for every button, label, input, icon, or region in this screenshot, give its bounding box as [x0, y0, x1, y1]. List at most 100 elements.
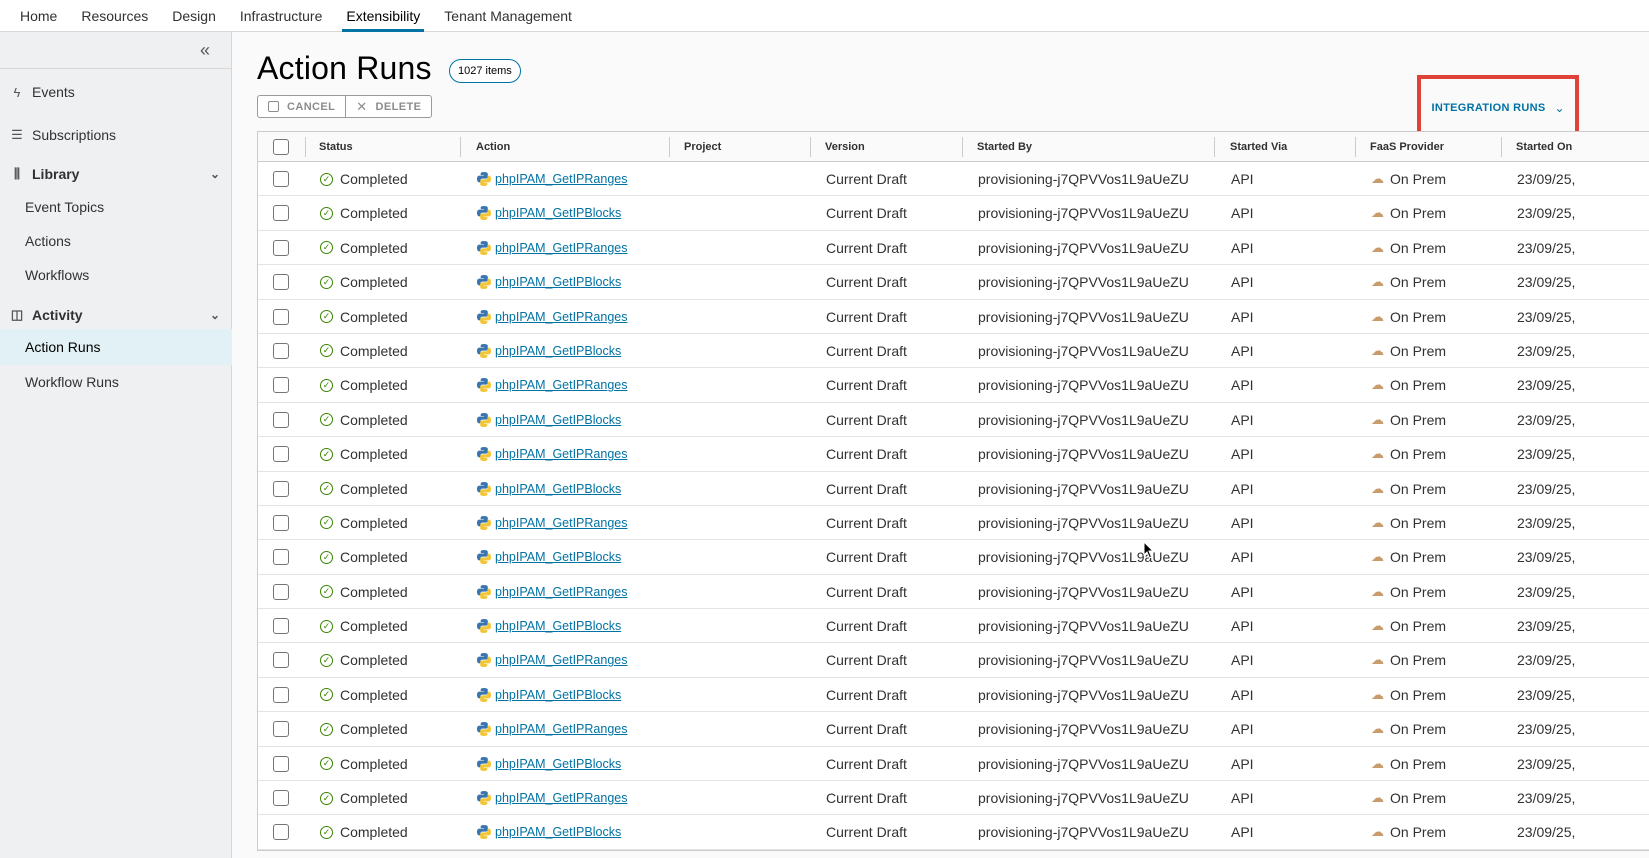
table-row[interactable]: ✓ Completed phpIPAM_GetIPRanges Current Dra…	[258, 368, 1649, 403]
faas-provider-text: On Prem	[1390, 480, 1447, 497]
sidebar-item-events[interactable]: ϟ Events	[0, 74, 232, 110]
nav-tab-resources[interactable]: Resources	[69, 0, 160, 31]
row-checkbox[interactable]	[273, 514, 289, 531]
sidebar-item-subscriptions[interactable]: ☰ Subscriptions	[0, 117, 232, 153]
row-checkbox[interactable]	[273, 205, 289, 222]
table-row[interactable]: ✓ Completed phpIPAM_GetIPBlocks Current Dra…	[258, 815, 1649, 850]
cloud-icon: ☁	[1371, 652, 1384, 668]
table-row[interactable]: ✓ Completed phpIPAM_GetIPRanges Current Dra…	[258, 506, 1649, 541]
row-checkbox[interactable]	[273, 824, 289, 841]
select-all-checkbox[interactable]	[273, 139, 289, 155]
row-checkbox[interactable]	[273, 308, 289, 325]
table-row[interactable]: ✓ Completed phpIPAM_GetIPBlocks Current Dra…	[258, 747, 1649, 782]
row-checkbox[interactable]	[273, 721, 289, 738]
table-row[interactable]: ✓ Completed phpIPAM_GetIPRanges Current Dra…	[258, 643, 1649, 678]
column-header-project[interactable]: Project	[684, 132, 721, 162]
sidebar-item-workflows[interactable]: Workflows	[0, 257, 232, 293]
nav-tab-infrastructure[interactable]: Infrastructure	[228, 0, 334, 31]
table-row[interactable]: ✓ Completed phpIPAM_GetIPBlocks Current Dra…	[258, 472, 1649, 506]
row-checkbox[interactable]	[273, 446, 289, 463]
action-link[interactable]: phpIPAM_GetIPBlocks	[495, 413, 621, 427]
action-link[interactable]: phpIPAM_GetIPBlocks	[495, 550, 621, 564]
action-link[interactable]: phpIPAM_GetIPBlocks	[495, 206, 621, 220]
action-link[interactable]: phpIPAM_GetIPBlocks	[495, 619, 621, 633]
table-row[interactable]: ✓ Completed phpIPAM_GetIPBlocks Current Dra…	[258, 334, 1649, 369]
row-checkbox[interactable]	[273, 755, 289, 772]
sidebar-item-action-runs[interactable]: Action Runs	[0, 329, 232, 365]
action-link[interactable]: phpIPAM_GetIPRanges	[495, 722, 627, 736]
row-checkbox[interactable]	[273, 239, 289, 256]
action-link[interactable]: phpIPAM_GetIPRanges	[495, 516, 627, 530]
row-checkbox[interactable]	[273, 583, 289, 600]
table-row[interactable]: ✓ Completed phpIPAM_GetIPRanges Current Dra…	[258, 781, 1649, 816]
sidebar-item-workflow-runs[interactable]: Workflow Runs	[0, 364, 232, 400]
action-link[interactable]: phpIPAM_GetIPRanges	[495, 585, 627, 599]
sidebar-group-activity[interactable]: ◫ Activity ⌄	[0, 297, 232, 333]
column-header-status[interactable]: Status	[319, 132, 353, 162]
row-checkbox[interactable]	[273, 790, 289, 807]
row-checkbox[interactable]	[273, 686, 289, 703]
table-row[interactable]: ✓ Completed phpIPAM_GetIPRanges Current Dra…	[258, 712, 1649, 747]
table-row[interactable]: ✓ Completed phpIPAM_GetIPBlocks Current Dra…	[258, 265, 1649, 300]
nav-tab-design[interactable]: Design	[160, 0, 228, 31]
table-row[interactable]: ✓ Completed phpIPAM_GetIPRanges Current Dra…	[258, 231, 1649, 266]
action-link[interactable]: phpIPAM_GetIPBlocks	[495, 757, 621, 771]
table-row[interactable]: ✓ Completed phpIPAM_GetIPRanges Current Dra…	[258, 162, 1649, 197]
faas-provider-text: On Prem	[1390, 721, 1447, 738]
table-row[interactable]: ✓ Completed phpIPAM_GetIPBlocks Current Dra…	[258, 678, 1649, 713]
row-checkbox[interactable]	[273, 377, 289, 394]
action-link[interactable]: phpIPAM_GetIPRanges	[495, 447, 627, 461]
action-link[interactable]: phpIPAM_GetIPBlocks	[495, 275, 621, 289]
action-link[interactable]: phpIPAM_GetIPRanges	[495, 310, 627, 324]
row-checkbox[interactable]	[273, 171, 289, 187]
row-checkbox[interactable]	[273, 411, 289, 428]
column-header-action[interactable]: Action	[476, 132, 510, 162]
nav-tab-extensibility[interactable]: Extensibility	[334, 0, 432, 32]
table-row[interactable]: ✓ Completed phpIPAM_GetIPRanges Current Dra…	[258, 575, 1649, 610]
python-icon	[477, 791, 491, 806]
cloud-icon: ☁	[1371, 411, 1384, 427]
action-link[interactable]: phpIPAM_GetIPRanges	[495, 791, 627, 805]
python-icon	[477, 722, 491, 737]
started-by-cell: provisioning-j7QPVVos1L9aUeZU	[978, 480, 1189, 497]
action-link[interactable]: phpIPAM_GetIPBlocks	[495, 344, 621, 358]
nav-tab-tenant-management[interactable]: Tenant Management	[432, 0, 584, 31]
column-header-faas-provider[interactable]: FaaS Provider	[1370, 132, 1444, 162]
column-header-started-by[interactable]: Started By	[977, 132, 1032, 162]
action-link[interactable]: phpIPAM_GetIPBlocks	[495, 825, 621, 839]
faas-provider-text: On Prem	[1390, 171, 1447, 187]
row-checkbox[interactable]	[273, 549, 289, 566]
collapse-sidebar-icon[interactable]: «	[193, 38, 217, 62]
sidebar-item-actions[interactable]: Actions	[0, 223, 232, 259]
row-checkbox[interactable]	[273, 652, 289, 669]
sidebar-group-library[interactable]: ⫼ Library ⌄	[0, 156, 232, 192]
action-link[interactable]: phpIPAM_GetIPRanges	[495, 378, 627, 392]
table-row[interactable]: ✓ Completed phpIPAM_GetIPBlocks Current Dra…	[258, 403, 1649, 438]
action-link[interactable]: phpIPAM_GetIPRanges	[495, 241, 627, 255]
column-separator	[1501, 137, 1502, 157]
cancel-button[interactable]: CANCEL	[258, 96, 345, 117]
table-row[interactable]: ✓ Completed phpIPAM_GetIPRanges Current Dra…	[258, 437, 1649, 472]
action-link[interactable]: phpIPAM_GetIPRanges	[495, 653, 627, 667]
action-cell: phpIPAM_GetIPBlocks	[476, 472, 621, 506]
column-header-started-on[interactable]: Started On	[1516, 132, 1572, 162]
row-checkbox[interactable]	[273, 342, 289, 359]
started-on-cell: 23/09/25,	[1517, 274, 1576, 291]
faas-provider-cell: ☁ On Prem	[1371, 162, 1446, 196]
row-checkbox[interactable]	[273, 618, 289, 635]
column-header-version[interactable]: Version	[825, 132, 865, 162]
action-link[interactable]: phpIPAM_GetIPBlocks	[495, 482, 621, 496]
row-checkbox[interactable]	[273, 274, 289, 291]
table-row[interactable]: ✓ Completed phpIPAM_GetIPBlocks Current Dra…	[258, 196, 1649, 231]
table-row[interactable]: ✓ Completed phpIPAM_GetIPBlocks Current Dra…	[258, 540, 1649, 575]
delete-button[interactable]: ✕ DELETE	[345, 96, 431, 117]
nav-tab-home[interactable]: Home	[8, 0, 69, 31]
action-link[interactable]: phpIPAM_GetIPRanges	[495, 172, 627, 186]
action-link[interactable]: phpIPAM_GetIPBlocks	[495, 688, 621, 702]
row-checkbox[interactable]	[273, 480, 289, 497]
sidebar-item-event-topics[interactable]: Event Topics	[0, 189, 232, 225]
table-row[interactable]: ✓ Completed phpIPAM_GetIPBlocks Current Dra…	[258, 609, 1649, 644]
table-row[interactable]: ✓ Completed phpIPAM_GetIPRanges Current Dra…	[258, 300, 1649, 334]
column-header-started-via[interactable]: Started Via	[1230, 132, 1287, 162]
status-cell: ✓ Completed	[320, 368, 408, 402]
